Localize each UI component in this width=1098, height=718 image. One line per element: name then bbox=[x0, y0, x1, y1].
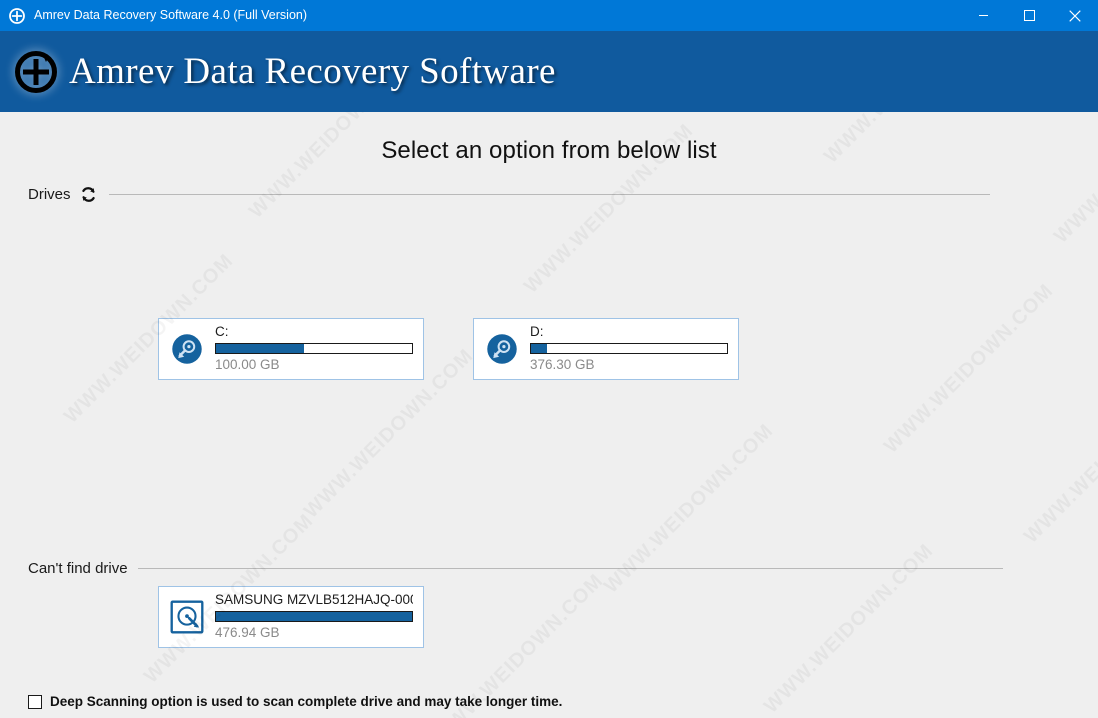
drive-usage-bar bbox=[215, 343, 413, 354]
physical-drive-usage-fill bbox=[216, 612, 412, 621]
window-controls bbox=[960, 0, 1098, 31]
hdd-search-icon bbox=[166, 596, 208, 638]
close-button[interactable] bbox=[1052, 0, 1098, 31]
drive-card[interactable]: D: 376.30 GB bbox=[473, 318, 739, 380]
cant-find-drive-group-header: Can't find drive bbox=[28, 560, 1003, 577]
disk-search-icon bbox=[481, 328, 523, 370]
cant-find-drive-label: Can't find drive bbox=[28, 560, 128, 577]
app-banner: WWW.WEIDOWN.COM WWW.WEIDOWN.COM WWW.WEID… bbox=[0, 31, 1098, 112]
drives-group-divider bbox=[108, 193, 990, 195]
banner-title: Amrev Data Recovery Software bbox=[69, 51, 556, 92]
main-content: WWW.WEIDOWN.COM WWW.WEIDOWN.COM WWW.WEID… bbox=[0, 112, 1098, 718]
physical-drive-usage-bar bbox=[215, 611, 413, 622]
drives-group-header: Drives bbox=[28, 184, 990, 204]
watermark-text: WWW.WEIDOWN.COM bbox=[1020, 370, 1098, 548]
refresh-icon[interactable] bbox=[79, 184, 99, 204]
title-bar: Amrev Data Recovery Software 4.0 (Full V… bbox=[0, 0, 1098, 31]
drive-usage-fill bbox=[531, 344, 547, 353]
application-window: Amrev Data Recovery Software 4.0 (Full V… bbox=[0, 0, 1098, 718]
drive-card-body: D: 376.30 GB bbox=[530, 324, 738, 374]
deep-scan-label: Deep Scanning option is used to scan com… bbox=[50, 694, 563, 709]
drive-label: C: bbox=[215, 324, 229, 339]
drive-size: 376.30 GB bbox=[530, 357, 595, 372]
deep-scan-checkbox-row[interactable]: Deep Scanning option is used to scan com… bbox=[28, 694, 562, 709]
banner-watermark: WWW.WEIDOWN.COM bbox=[110, 31, 278, 37]
deep-scan-checkbox[interactable] bbox=[28, 694, 42, 709]
drive-card-body: C: 100.00 GB bbox=[215, 324, 423, 374]
banner-watermark: WWW.WEIDOWN.COM bbox=[900, 31, 1068, 37]
watermark-text: WWW.WEIDOWN.COM bbox=[880, 280, 1058, 458]
amrev-logo-icon bbox=[9, 7, 25, 24]
drive-card[interactable]: C: 100.00 GB bbox=[158, 318, 424, 380]
cant-find-drive-divider bbox=[137, 568, 1003, 569]
drive-label: D: bbox=[530, 324, 544, 339]
physical-drive-size: 476.94 GB bbox=[215, 625, 280, 640]
page-title: Select an option from below list bbox=[381, 137, 717, 164]
drive-usage-bar bbox=[530, 343, 728, 354]
physical-drive-label: SAMSUNG MZVLB512HAJQ-000 bbox=[215, 592, 413, 607]
physical-drive-card-body: SAMSUNG MZVLB512HAJQ-000 476.94 GB bbox=[215, 592, 423, 642]
minimize-button[interactable] bbox=[960, 0, 1006, 31]
physical-drive-card[interactable]: SAMSUNG MZVLB512HAJQ-000 476.94 GB bbox=[158, 586, 424, 648]
drive-usage-fill bbox=[216, 344, 305, 353]
drives-group-label: Drives bbox=[28, 185, 71, 203]
maximize-button[interactable] bbox=[1006, 0, 1052, 31]
disk-search-icon bbox=[166, 328, 208, 370]
window-title: Amrev Data Recovery Software 4.0 (Full V… bbox=[34, 8, 308, 22]
amrev-logo-icon bbox=[13, 49, 59, 95]
drive-size: 100.00 GB bbox=[215, 357, 280, 372]
